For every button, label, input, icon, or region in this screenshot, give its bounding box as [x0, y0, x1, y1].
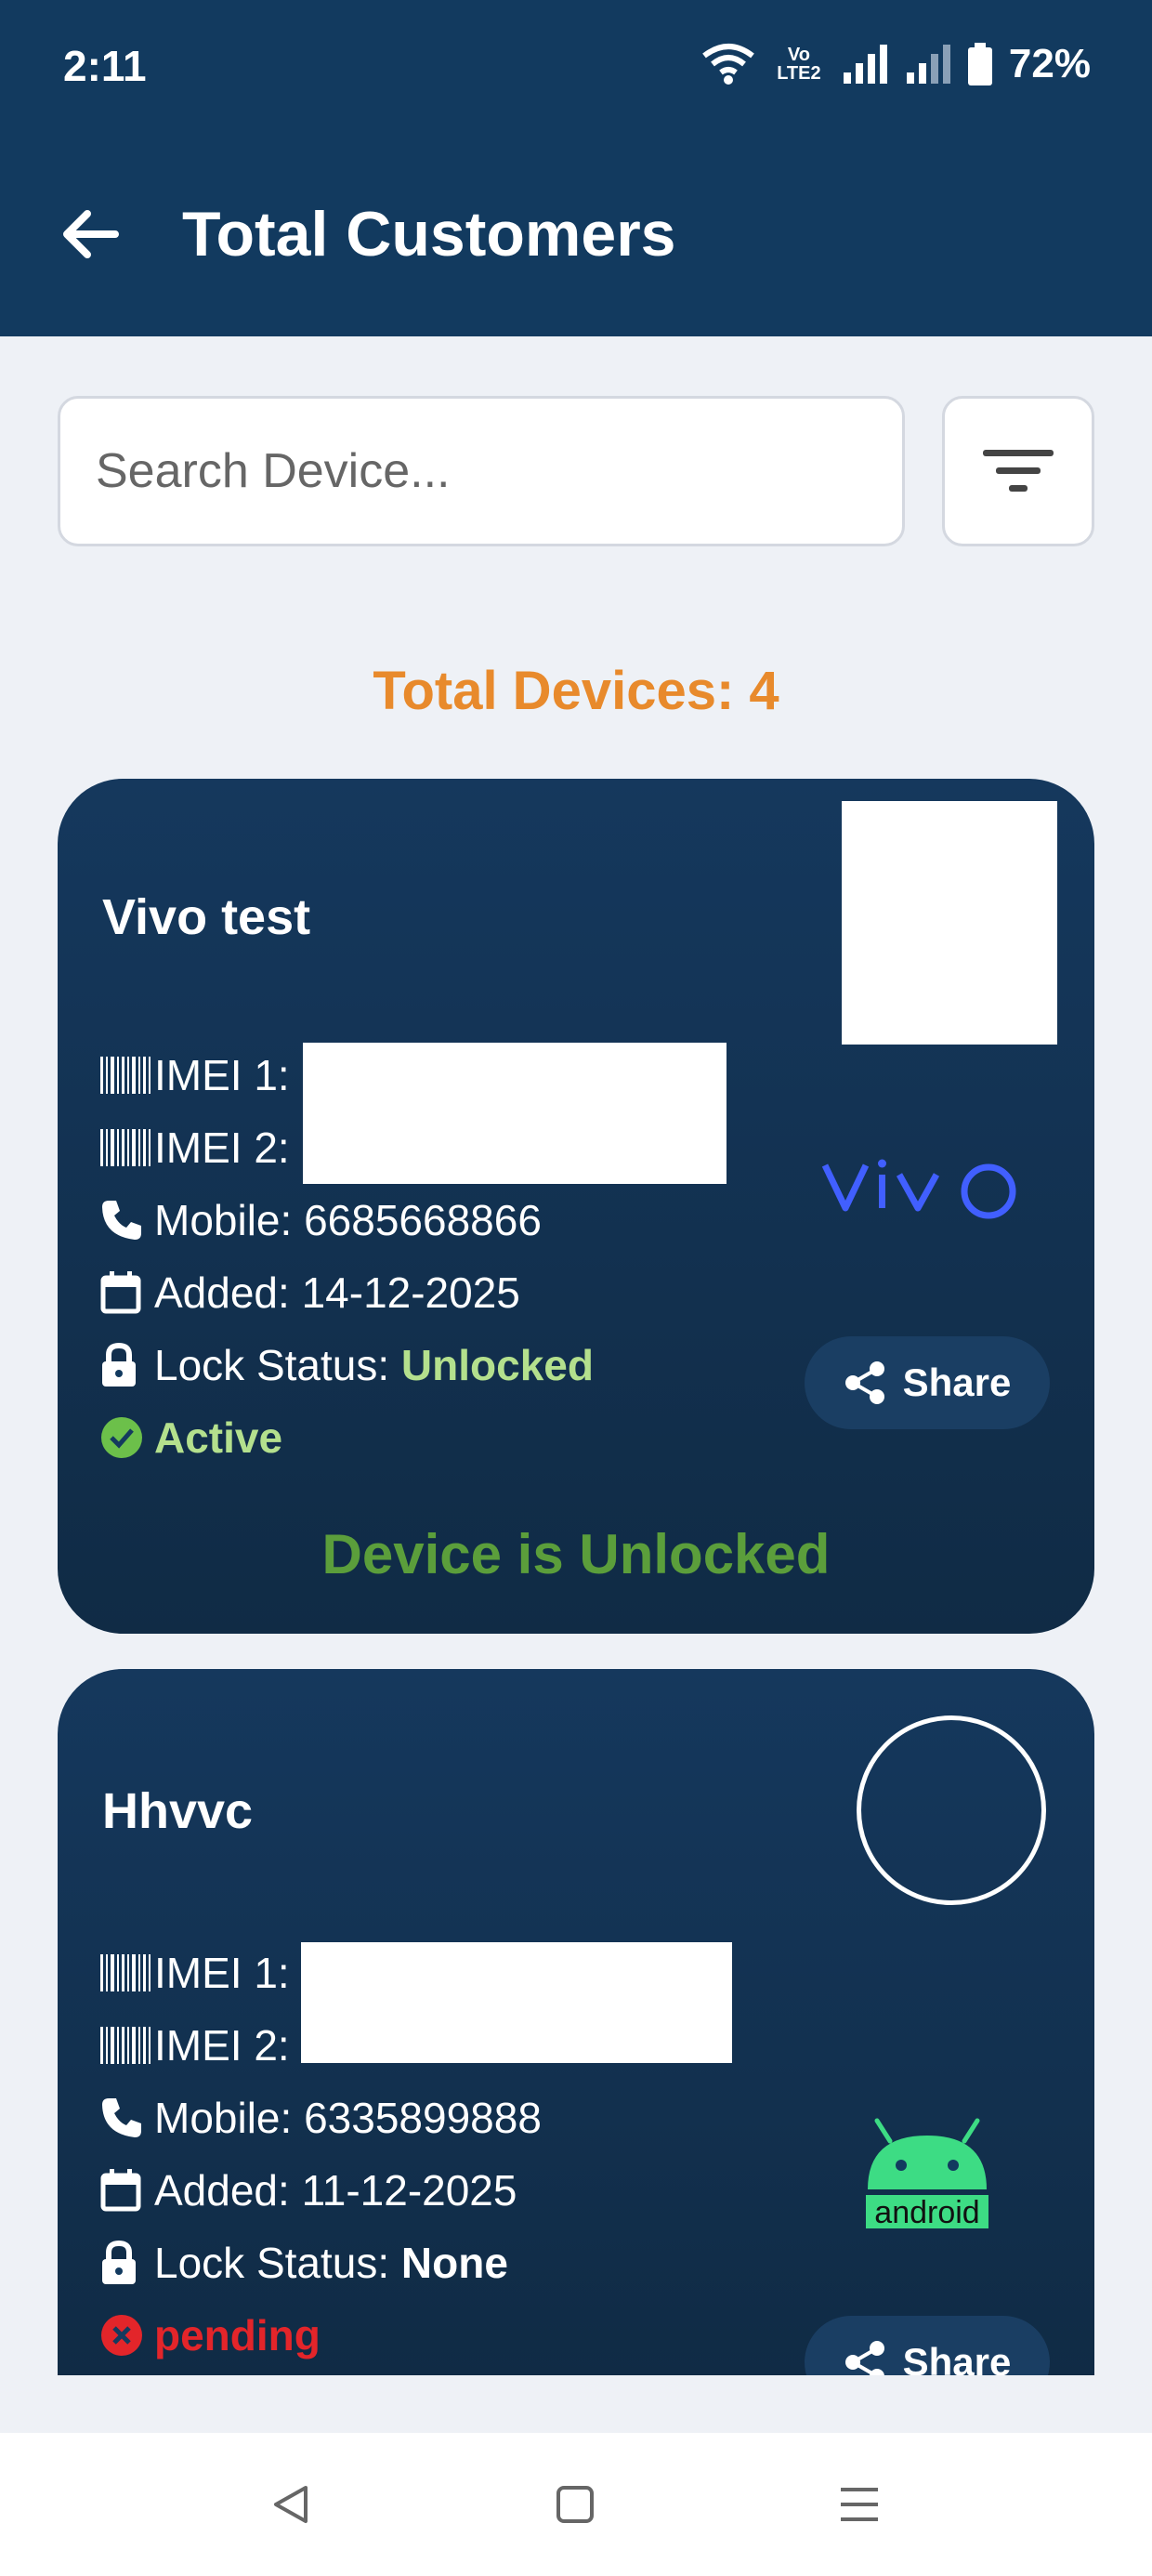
calendar-icon: [100, 1271, 154, 1314]
lock-status-row: Lock Status: None: [100, 2227, 542, 2299]
phone-icon: [100, 1199, 154, 1242]
barcode-icon: [100, 1954, 154, 1991]
lock-status-label: Lock Status:: [154, 1341, 401, 1389]
search-field[interactable]: [58, 396, 905, 546]
nav-recents-button[interactable]: [829, 2474, 890, 2535]
x-circle-icon: [100, 2314, 154, 2357]
lock-status-label: Lock Status:: [154, 2239, 401, 2287]
arrow-left-icon: [63, 210, 119, 258]
device-name: Vivo test: [102, 889, 311, 945]
total-devices-count: Total Devices: 4: [373, 661, 779, 721]
lock-icon: [100, 2241, 154, 2285]
imei2-label: IMEI 2:: [154, 2021, 290, 2070]
added-value: 14-12-2025: [301, 1268, 520, 1317]
imei1-label: IMEI 1:: [154, 1051, 290, 1099]
filter-icon: [983, 450, 1054, 492]
device-card[interactable]: Hhvvc IMEI 1: IMEI 2: Mobile: 6335899888…: [58, 1669, 1094, 2375]
device-photo: [857, 1715, 1046, 1905]
imei-redacted: [301, 1942, 732, 2063]
back-button[interactable]: [54, 199, 124, 269]
svg-text:android: android: [874, 2195, 979, 2230]
mobile-value: 6335899888: [304, 2094, 542, 2142]
imei1-label: IMEI 1:: [154, 1949, 290, 1997]
android-logo: android: [862, 2115, 992, 2235]
phone-icon: [100, 2096, 154, 2139]
barcode-icon: [100, 2027, 154, 2064]
signal-icon: [843, 45, 887, 84]
nav-back-button[interactable]: [260, 2474, 321, 2535]
mobile-row: Mobile: 6335899888: [100, 2082, 542, 2154]
added-label: Added:: [154, 2166, 302, 2215]
wifi-icon: [702, 44, 754, 85]
page-title: Total Customers: [182, 199, 676, 269]
nav-home-button[interactable]: [544, 2474, 606, 2535]
triangle-back-icon: [274, 2486, 308, 2523]
battery-percent: 72%: [1008, 41, 1091, 86]
signal-icon-2: [906, 45, 950, 84]
mobile-label: Mobile:: [154, 2094, 305, 2142]
mobile-row: Mobile: 6685668866: [100, 1184, 594, 1256]
device-name: Hhvvc: [102, 1783, 254, 1839]
system-nav-bar: [0, 2433, 1152, 2576]
barcode-icon: [100, 1057, 154, 1094]
added-row: Added: 14-12-2025: [100, 1256, 594, 1329]
search-input[interactable]: [60, 399, 902, 544]
lock-status-row: Lock Status: Unlocked: [100, 1329, 594, 1401]
calendar-icon: [100, 2169, 154, 2212]
status-bar: 2:11 Vo LTE2 72%: [0, 0, 1152, 139]
added-label: Added:: [154, 1268, 302, 1317]
vivo-logo: [821, 1154, 1041, 1224]
filter-button[interactable]: [942, 396, 1094, 546]
menu-recents-icon: [841, 2488, 878, 2521]
mobile-label: Mobile:: [154, 1196, 305, 1244]
share-button[interactable]: Share: [805, 1336, 1050, 1429]
imei-redacted: [303, 1043, 727, 1184]
status-time: 2:11: [63, 42, 147, 90]
added-value: 11-12-2025: [301, 2166, 517, 2215]
check-circle-icon: [100, 1416, 154, 1459]
status-badge: Active: [154, 1413, 283, 1462]
share-label: Share: [902, 2340, 1012, 2375]
device-status-message: Device is Unlocked: [321, 1523, 831, 1585]
lock-status-value: Unlocked: [400, 1341, 594, 1389]
lock-icon: [100, 1343, 154, 1387]
status-icons: Vo LTE2 72%: [700, 41, 1091, 87]
share-label: Share: [902, 1360, 1012, 1404]
status-badge: pending: [154, 2311, 321, 2359]
share-icon: [844, 2341, 884, 2375]
status-row: Active: [100, 1401, 594, 1474]
imei2-label: IMEI 2:: [154, 1124, 290, 1172]
lock-status-value: None: [400, 2239, 508, 2287]
added-row: Added: 11-12-2025: [100, 2154, 542, 2227]
barcode-icon: [100, 1129, 154, 1166]
device-card[interactable]: Vivo test IMEI 1: IMEI 2: Mobile: 668566…: [58, 779, 1094, 1634]
square-home-icon: [556, 2486, 594, 2523]
mobile-value: 6685668866: [304, 1196, 542, 1244]
network-type-label: Vo LTE2: [777, 45, 821, 84]
device-photo: [842, 801, 1057, 1045]
share-icon: [844, 1361, 884, 1404]
app-bar: 2:11 Vo LTE2 72% Total Customers: [0, 0, 1152, 336]
share-button[interactable]: Share: [805, 2316, 1050, 2375]
battery-icon: [967, 43, 992, 85]
status-row: pending: [100, 2299, 542, 2372]
